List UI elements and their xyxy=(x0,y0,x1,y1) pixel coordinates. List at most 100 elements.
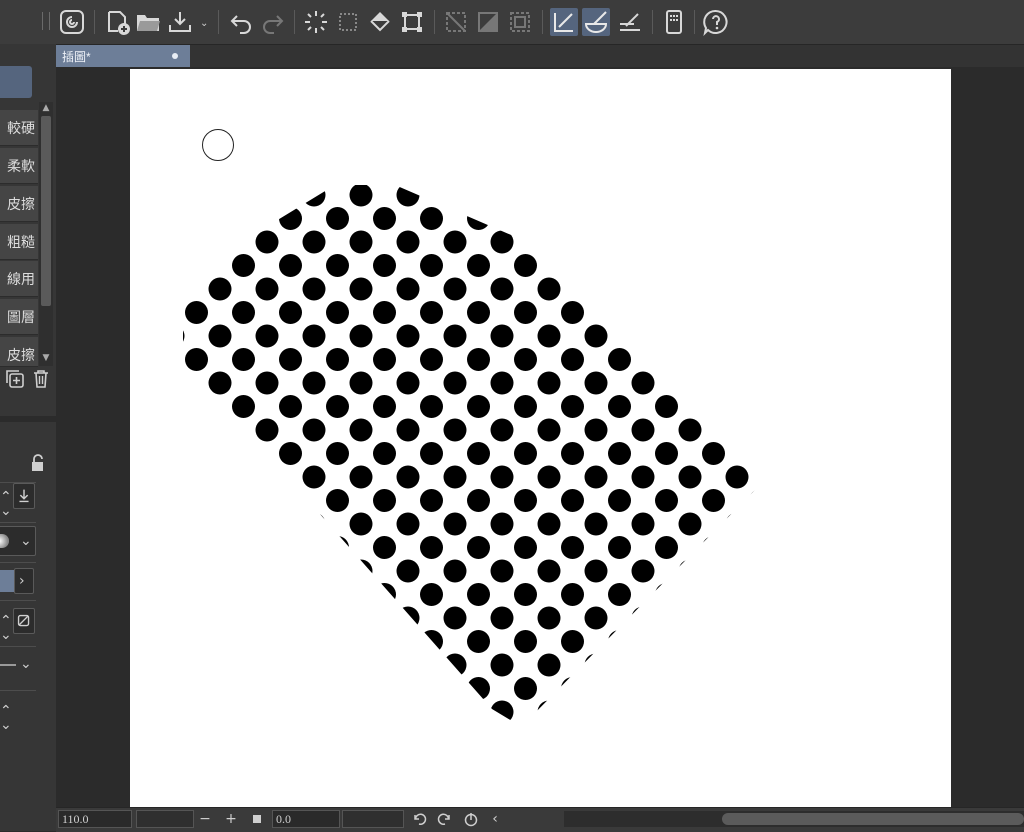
subtool-item[interactable]: 線用 xyxy=(0,261,38,297)
halftone-dot xyxy=(255,465,279,489)
line-snap-icon[interactable] xyxy=(616,8,644,36)
trash-icon[interactable] xyxy=(30,368,52,390)
lock-icon[interactable] xyxy=(26,452,48,474)
halftone-dot xyxy=(537,606,561,630)
canvas[interactable] xyxy=(130,69,951,807)
export-icon[interactable] xyxy=(166,8,194,36)
halftone-dot xyxy=(561,630,584,653)
halftone-dot xyxy=(631,418,655,442)
halftone-dot xyxy=(584,606,608,630)
stepper-icon[interactable]: ⌃ ⌄ xyxy=(0,704,12,732)
fit-screen-icon[interactable] xyxy=(248,810,266,828)
canvas-area[interactable] xyxy=(56,67,1024,807)
brush-snap-icon[interactable] xyxy=(582,8,610,36)
tab-document[interactable]: 插圖* xyxy=(56,45,190,67)
rotation-slider[interactable] xyxy=(342,810,404,828)
stepper-icon[interactable]: ⌃ ⌄ xyxy=(0,490,12,518)
halftone-dot xyxy=(302,653,326,677)
horizontal-scrollbar[interactable] xyxy=(564,811,1024,827)
redo-icon[interactable] xyxy=(258,8,286,36)
zoom-out-button[interactable]: − xyxy=(196,810,214,828)
halftone-dot xyxy=(490,653,514,677)
color-slider[interactable] xyxy=(0,570,14,592)
halftone-dot xyxy=(749,583,772,606)
select-all-icon[interactable] xyxy=(302,8,330,36)
halftone-dot xyxy=(490,559,514,583)
horizontal-scroll-thumb[interactable] xyxy=(722,813,1024,825)
halftone-dot xyxy=(326,207,349,230)
halftone-dot xyxy=(349,324,373,348)
rotate-right-icon[interactable] xyxy=(436,810,454,828)
zoom-field[interactable]: 110.0 xyxy=(58,810,132,828)
halftone-dot xyxy=(349,277,373,301)
scroll-down-icon[interactable]: ▼ xyxy=(40,352,52,364)
clip-studio-icon[interactable] xyxy=(58,8,86,36)
halftone-dot xyxy=(420,724,443,747)
hatch-frame-icon[interactable] xyxy=(442,8,470,36)
duplicate-subtool-icon[interactable] xyxy=(4,368,26,390)
chevron-left-icon[interactable]: ‹ xyxy=(486,810,504,828)
halftone-dot xyxy=(608,348,631,371)
zoom-slider[interactable] xyxy=(136,810,194,828)
halftone-dot xyxy=(208,700,232,721)
halftone-dot xyxy=(749,489,772,512)
halftone-dot xyxy=(302,559,326,583)
rotation-field[interactable]: 0.0 xyxy=(272,810,340,828)
border-frame-icon[interactable] xyxy=(506,8,534,36)
halftone-dot xyxy=(208,559,232,583)
chevron-down-icon[interactable]: ⌄ xyxy=(20,657,32,671)
subtool-scrollbar[interactable]: ▲ ▼ xyxy=(39,102,53,366)
rotate-left-icon[interactable] xyxy=(410,810,428,828)
subtool-item[interactable]: 圖層 xyxy=(0,299,38,335)
halftone-dot xyxy=(396,465,420,489)
zoom-in-button[interactable]: + xyxy=(222,810,240,828)
transform-icon[interactable] xyxy=(398,8,426,36)
halftone-dot xyxy=(514,395,537,418)
chevron-right-icon[interactable]: › xyxy=(14,568,34,594)
halftone-dot xyxy=(819,559,843,583)
halftone-dot xyxy=(537,418,561,442)
new-canvas-icon[interactable] xyxy=(104,8,132,36)
brush-tip-select[interactable]: ⌄ xyxy=(0,526,36,556)
halftone-dot xyxy=(749,630,772,653)
halftone-dot xyxy=(490,700,514,721)
subtool-item[interactable]: 皮擦 xyxy=(0,337,38,367)
subtool-item[interactable]: 較硬 xyxy=(0,110,38,146)
halftone-dot xyxy=(443,606,467,630)
fill-bucket-icon[interactable] xyxy=(366,8,394,36)
halftone-dot xyxy=(373,207,396,230)
halftone-dot xyxy=(183,277,185,301)
subtool-group-button[interactable] xyxy=(0,66,32,98)
halftone-dot xyxy=(514,677,537,700)
halftone-dot xyxy=(772,606,796,630)
toolbar-grip[interactable] xyxy=(42,12,50,30)
no-entry-icon[interactable] xyxy=(13,608,35,634)
halftone-dot xyxy=(326,301,349,324)
ruler-snap-icon[interactable] xyxy=(550,8,578,36)
download-icon[interactable] xyxy=(13,483,35,509)
halftone-dot xyxy=(302,230,326,254)
subtool-item[interactable]: 粗糙 xyxy=(0,224,38,260)
subtool-scroll-thumb[interactable] xyxy=(41,116,51,306)
open-folder-icon[interactable] xyxy=(134,8,162,36)
undo-icon[interactable] xyxy=(228,8,256,36)
halftone-dot xyxy=(255,277,279,301)
subtool-item[interactable]: 皮擦 xyxy=(0,186,38,222)
halftone-dot xyxy=(208,418,232,442)
device-icon[interactable] xyxy=(660,8,688,36)
diagonal-frame-icon[interactable] xyxy=(474,8,502,36)
export-dropdown-icon[interactable]: ⌄ xyxy=(200,17,208,31)
halftone-dot xyxy=(349,653,373,677)
halftone-dot xyxy=(232,583,255,606)
reset-rotation-icon[interactable] xyxy=(462,810,480,828)
unsaved-dot-icon xyxy=(172,53,178,59)
clear-selection-icon[interactable] xyxy=(334,8,362,36)
subtool-item[interactable]: 柔軟 xyxy=(0,148,38,184)
halftone-dot xyxy=(232,207,255,230)
stepper-icon[interactable]: ⌃ ⌄ xyxy=(0,614,12,642)
halftone-dot xyxy=(326,536,349,559)
halftone-dot xyxy=(584,418,608,442)
scroll-up-icon[interactable]: ▲ xyxy=(40,102,52,114)
halftone-dot xyxy=(185,348,208,371)
help-icon[interactable] xyxy=(702,8,730,36)
